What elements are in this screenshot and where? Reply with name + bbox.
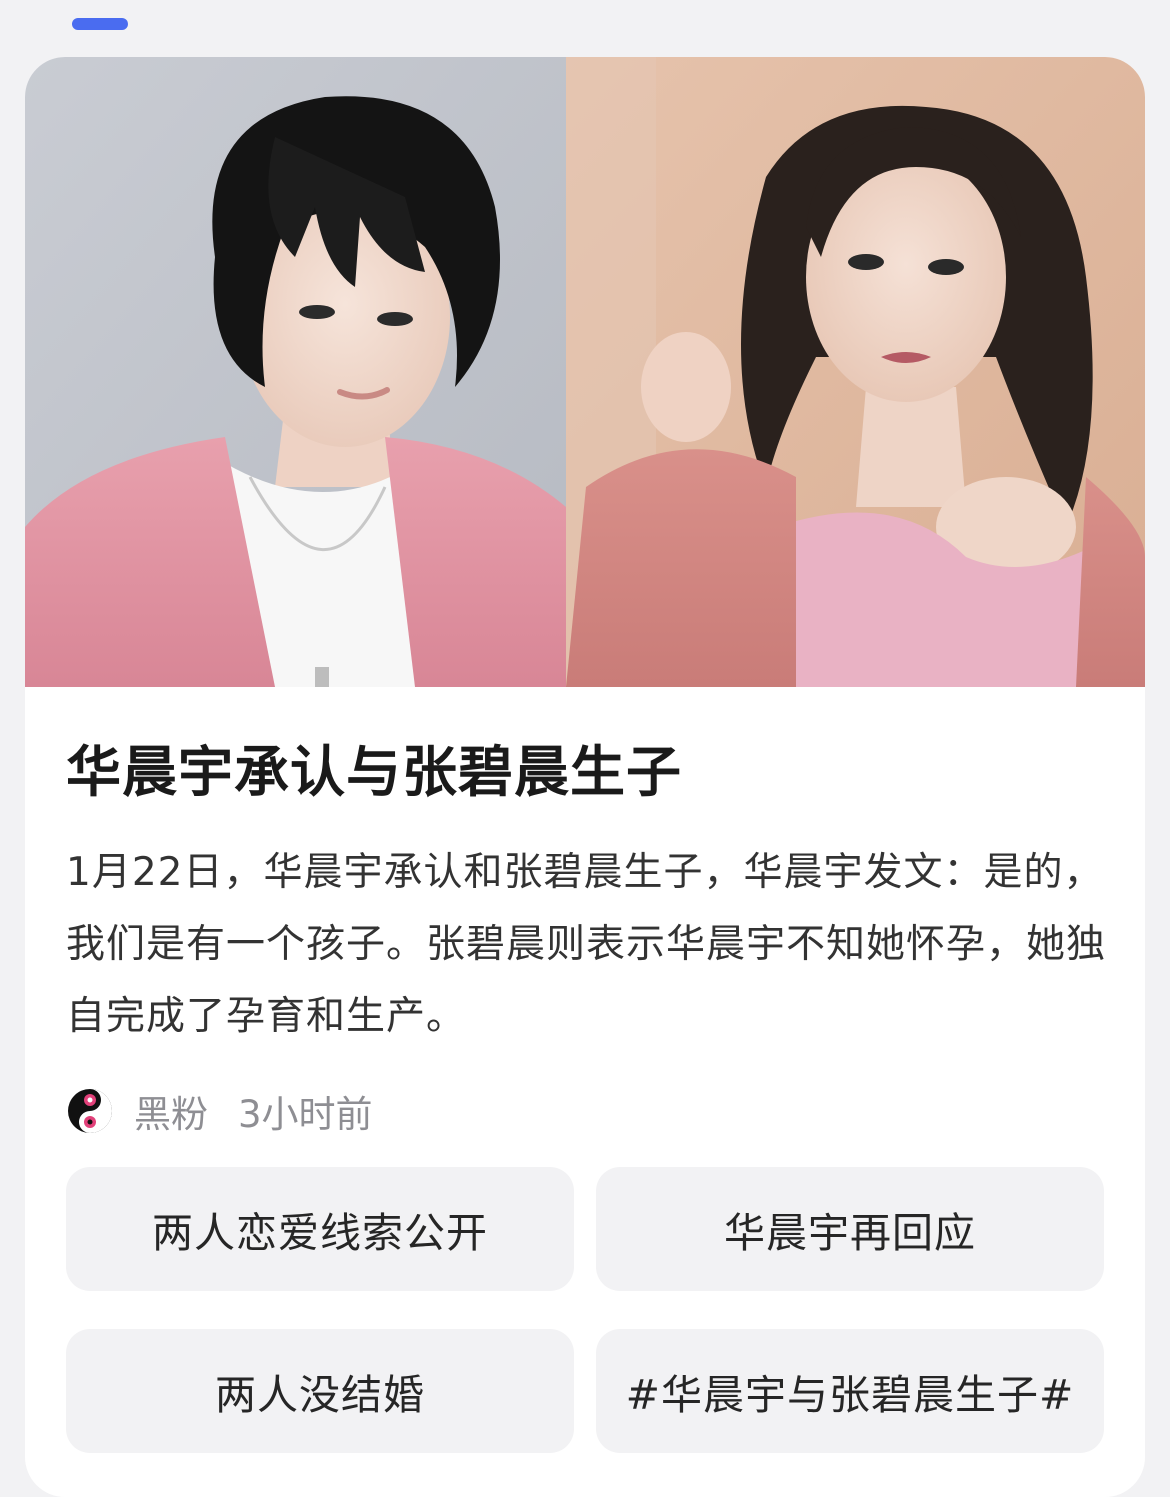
source-avatar-icon[interactable] <box>66 1087 114 1135</box>
article-summary: 1月22日，华晨宇承认和张碧晨生子，华晨宇发文：是的，我们是有一个孩子。张碧晨则… <box>66 850 1107 1039</box>
news-card[interactable]: 华晨宇承认与张碧晨生子 1月22日，华晨宇承认和张碧晨生子，华晨宇发文：是的，我… <box>25 57 1145 1497</box>
publish-time: 3小时前 <box>238 1093 373 1136</box>
related-tag-button[interactable]: 华晨宇再回应 <box>596 1167 1104 1291</box>
related-tags: 两人恋爱线索公开 华晨宇再回应 两人没结婚 #华晨宇与张碧晨生子# <box>66 1167 1104 1453</box>
source-name[interactable]: 黑粉 <box>134 1084 208 1138</box>
man-portrait-image <box>25 57 566 687</box>
related-tag-button[interactable]: 两人恋爱线索公开 <box>66 1167 574 1291</box>
related-tag-button[interactable]: #华晨宇与张碧晨生子# <box>596 1329 1104 1453</box>
hero-images[interactable] <box>25 57 1145 687</box>
article-content: 华晨宇承认与张碧晨生子 1月22日，华晨宇承认和张碧晨生子，华晨宇发文：是的，我… <box>25 737 1145 1453</box>
article-meta: 黑粉 3小时前 <box>66 1083 1104 1139</box>
article-title[interactable]: 华晨宇承认与张碧晨生子 <box>66 737 1104 807</box>
top-drag-indicator <box>72 18 128 30</box>
related-tag-button[interactable]: 两人没结婚 <box>66 1329 574 1453</box>
woman-portrait-image <box>566 57 1145 687</box>
